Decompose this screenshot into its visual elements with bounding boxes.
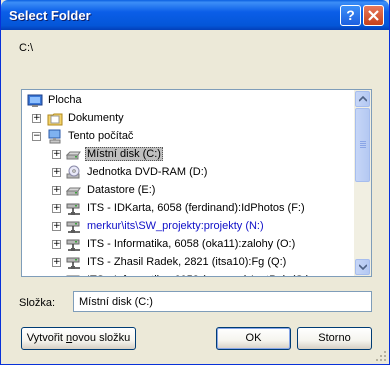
tree-item-label: ITS - IDKarta, 6058 (ferdinand):IdPhotos… — [87, 202, 305, 214]
folder-tree[interactable]: Plocha + Dokumenty − Tento počítač + Místní di… — [21, 89, 372, 277]
help-button[interactable]: ? — [340, 5, 361, 26]
tree-item-label: Místní disk (C:) — [85, 147, 163, 161]
tree-item-label: Datastore (E:) — [87, 184, 156, 196]
scroll-up-button[interactable] — [355, 91, 370, 107]
select-folder-dialog: Select Folder ? C:\ Plocha + Dokumenty − Ten… — [0, 0, 390, 365]
network-drive-icon — [66, 273, 82, 276]
scroll-down-icon — [359, 264, 367, 270]
network-drive-icon — [66, 237, 82, 253]
expand-icon[interactable]: + — [52, 258, 61, 267]
hard-drive-icon — [65, 147, 82, 163]
collapse-icon[interactable]: − — [32, 132, 41, 141]
tree-item[interactable]: + ITS - Informatika, 6058 (samson):InetPu… — [22, 272, 355, 277]
tree-item[interactable]: − Tento počítač — [22, 128, 355, 146]
network-drive-icon — [66, 201, 82, 217]
dvd-drive-icon — [66, 165, 82, 181]
expand-icon[interactable]: + — [32, 114, 41, 123]
my-computer-icon — [47, 129, 63, 145]
expand-icon[interactable]: + — [52, 222, 61, 231]
window-title: Select Folder — [9, 8, 91, 23]
new-folder-button[interactable]: Vytvořit novou složku — [21, 327, 136, 350]
title-bar[interactable]: Select Folder ? — [1, 0, 389, 30]
tree-item-label: ITS - Informatika, 6058 (samson):InetPub… — [85, 273, 312, 276]
network-drive-icon — [66, 255, 82, 271]
tree-item[interactable]: + ITS - IDKarta, 6058 (ferdinand):IdPhoto… — [22, 200, 355, 218]
new-folder-label-post: ovou složku — [72, 332, 131, 344]
tree-item-label: Jednotka DVD-RAM (D:) — [87, 166, 208, 178]
tree-item[interactable]: + Dokumenty — [22, 110, 355, 128]
expand-icon[interactable]: + — [53, 276, 61, 277]
tree-item[interactable]: + merkur\its\SW_projekty:projekty (N:) — [22, 218, 355, 236]
close-icon — [368, 10, 379, 21]
documents-folder-icon — [47, 111, 63, 127]
vertical-scrollbar[interactable] — [354, 90, 371, 276]
hard-drive-icon — [65, 183, 82, 199]
expand-icon[interactable]: + — [52, 186, 61, 195]
tree-item[interactable]: + ITS - Zhasil Radek, 2821 (itsa10):Fg (Q… — [22, 254, 355, 272]
current-path-label: C:\ — [19, 42, 34, 54]
scroll-up-icon — [359, 96, 367, 102]
folder-field-label: Složka: — [19, 297, 56, 309]
expand-icon[interactable]: + — [52, 240, 61, 249]
close-button[interactable] — [363, 5, 384, 26]
resize-grip-icon[interactable] — [375, 350, 387, 362]
ok-button[interactable]: OK — [216, 327, 291, 350]
tree-item[interactable]: + Jednotka DVD-RAM (D:) — [22, 164, 355, 182]
scroll-down-button[interactable] — [355, 259, 370, 275]
cancel-button[interactable]: Storno — [297, 327, 372, 350]
tree-item-label: Dokumenty — [68, 112, 124, 124]
new-folder-label-pre: Vytvořit — [26, 332, 67, 344]
desktop-icon — [27, 93, 43, 109]
tree-item[interactable]: + ITS - Informatika, 6058 (oka11):zalohy … — [22, 236, 355, 254]
network-drive-icon — [66, 219, 82, 235]
tree-item-label: merkur\its\SW_projekty:projekty (N:) — [87, 220, 264, 232]
expand-icon[interactable]: + — [52, 204, 61, 213]
tree-item-label: ITS - Zhasil Radek, 2821 (itsa10):Fg (Q:… — [87, 256, 287, 268]
tree-item[interactable]: Plocha — [22, 92, 355, 110]
expand-icon[interactable]: + — [52, 150, 61, 159]
tree-item[interactable]: + Místní disk (C:) — [22, 146, 355, 164]
scroll-thumb[interactable] — [355, 108, 370, 182]
tree-item-label: ITS - Informatika, 6058 (oka11):zalohy (… — [87, 238, 296, 250]
tree-item-label: Tento počítač — [68, 130, 134, 142]
tree-item-label: Plocha — [48, 94, 82, 106]
help-icon: ? — [346, 7, 355, 23]
tree-item[interactable]: + Datastore (E:) — [22, 182, 355, 200]
folder-input[interactable] — [73, 291, 372, 312]
expand-icon[interactable]: + — [52, 168, 61, 177]
